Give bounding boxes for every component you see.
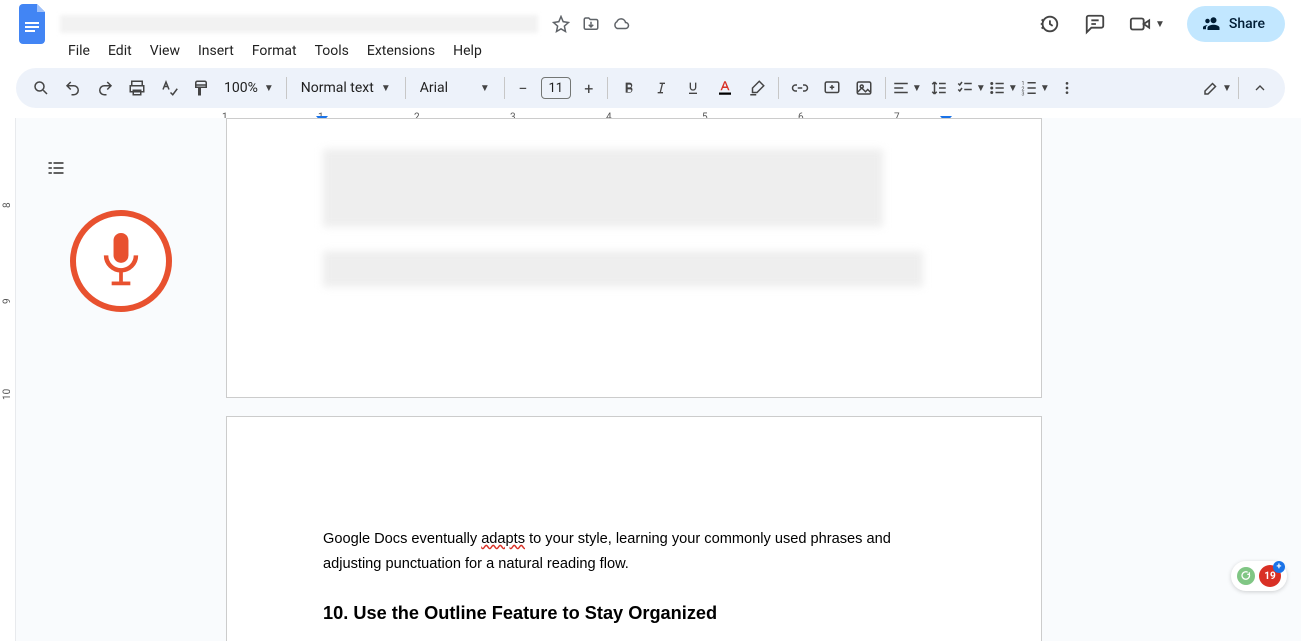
redacted-paragraph xyxy=(323,149,883,227)
numbered-list-dropdown[interactable]: 123▼ xyxy=(1020,73,1050,103)
separator xyxy=(607,77,608,99)
text-color-icon[interactable] xyxy=(710,73,740,103)
bold-icon[interactable] xyxy=(614,73,644,103)
body-text: Google Docs eventually xyxy=(323,531,481,547)
zoom-value: 100% xyxy=(224,80,258,96)
font-family-value: Arial xyxy=(420,80,448,96)
paragraph-style-value: Normal text xyxy=(301,80,374,96)
comments-icon[interactable] xyxy=(1083,12,1107,36)
history-icon[interactable] xyxy=(1037,12,1061,36)
paint-format-icon[interactable] xyxy=(186,73,216,103)
menu-file[interactable]: File xyxy=(60,39,98,63)
document-title[interactable] xyxy=(60,15,538,33)
docs-app-icon[interactable] xyxy=(16,6,52,42)
print-icon[interactable] xyxy=(122,73,152,103)
underline-icon[interactable] xyxy=(678,73,708,103)
document-page[interactable]: Google Docs eventually adapts to your st… xyxy=(226,416,1042,641)
meet-dropdown[interactable]: ▼ xyxy=(1129,13,1165,35)
menu-view[interactable]: View xyxy=(142,39,188,63)
suggestions-count: 19 xyxy=(1264,571,1275,582)
document-canvas: Google Docs eventually adapts to your st… xyxy=(16,118,1301,641)
svg-text:3: 3 xyxy=(1021,92,1024,98)
grammarly-icon[interactable] xyxy=(1237,567,1255,585)
share-button[interactable]: Share xyxy=(1187,6,1285,42)
font-family-dropdown[interactable]: Arial ▼ xyxy=(412,73,498,103)
document-page[interactable] xyxy=(226,118,1042,398)
separator xyxy=(405,77,406,99)
title-bar: ▼ Share xyxy=(0,0,1301,40)
collapse-toolbar-icon[interactable] xyxy=(1245,73,1275,103)
add-comment-icon[interactable] xyxy=(817,73,847,103)
font-size-input[interactable]: 11 xyxy=(541,77,571,99)
star-icon[interactable] xyxy=(552,15,570,33)
link-icon[interactable] xyxy=(785,73,815,103)
toolbar: 100% ▼ Normal text ▼ Arial ▼ − 11 + ▼ xyxy=(16,68,1285,108)
voice-typing-mic[interactable] xyxy=(70,210,172,312)
vertical-ruler[interactable]: 8 9 10 xyxy=(0,118,16,641)
redacted-paragraph xyxy=(323,251,923,287)
menu-bar: File Edit View Insert Format Tools Exten… xyxy=(0,40,1301,68)
menu-extensions[interactable]: Extensions xyxy=(359,39,443,63)
menu-help[interactable]: Help xyxy=(445,39,490,63)
separator xyxy=(286,77,287,99)
menu-tools[interactable]: Tools xyxy=(307,39,357,63)
separator xyxy=(1238,77,1239,99)
separator xyxy=(778,77,779,99)
separator xyxy=(885,77,886,99)
section-heading[interactable]: 10. Use the Outline Feature to Stay Orga… xyxy=(323,603,945,624)
font-size-increase[interactable]: + xyxy=(577,76,601,100)
status-badges[interactable]: 19 + xyxy=(1231,561,1287,591)
move-icon[interactable] xyxy=(582,15,600,33)
share-button-label: Share xyxy=(1229,16,1265,32)
checklist-dropdown[interactable]: ▼ xyxy=(956,73,986,103)
cloud-status-icon[interactable] xyxy=(612,15,630,33)
search-icon[interactable] xyxy=(26,73,56,103)
spellcheck-icon[interactable] xyxy=(154,73,184,103)
undo-icon[interactable] xyxy=(58,73,88,103)
zoom-dropdown[interactable]: 100% ▼ xyxy=(218,80,280,96)
plus-icon: + xyxy=(1273,561,1285,573)
suggestions-count-badge[interactable]: 19 + xyxy=(1259,565,1281,587)
separator xyxy=(504,77,505,99)
font-size-decrease[interactable]: − xyxy=(511,76,535,100)
image-icon[interactable] xyxy=(849,73,879,103)
editing-mode-dropdown[interactable]: ▼ xyxy=(1202,73,1232,103)
align-dropdown[interactable]: ▼ xyxy=(892,73,922,103)
redo-icon[interactable] xyxy=(90,73,120,103)
bulleted-list-dropdown[interactable]: ▼ xyxy=(988,73,1018,103)
outline-toggle-icon[interactable] xyxy=(42,154,70,182)
font-size-group: − 11 + xyxy=(511,76,601,100)
more-icon[interactable] xyxy=(1052,73,1082,103)
line-spacing-icon[interactable] xyxy=(924,73,954,103)
italic-icon[interactable] xyxy=(646,73,676,103)
body-paragraph[interactable]: Google Docs eventually adapts to your st… xyxy=(323,527,945,577)
menu-format[interactable]: Format xyxy=(244,39,305,63)
spellcheck-flagged-word[interactable]: adapts xyxy=(481,531,525,547)
highlight-icon[interactable] xyxy=(742,73,772,103)
menu-edit[interactable]: Edit xyxy=(100,39,140,63)
menu-insert[interactable]: Insert xyxy=(190,39,242,63)
paragraph-style-dropdown[interactable]: Normal text ▼ xyxy=(293,73,399,103)
